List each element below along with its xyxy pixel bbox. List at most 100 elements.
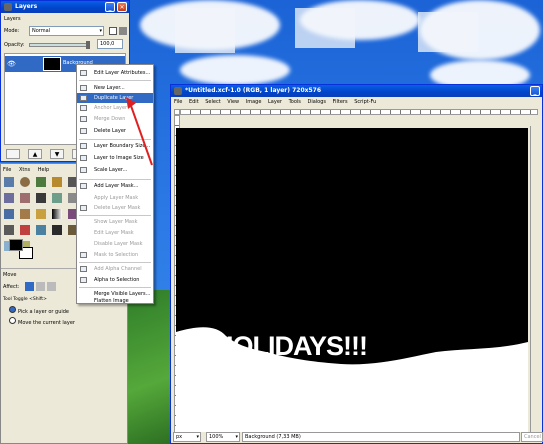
image-menubar: File Edit Select View Image Layer Tools … — [174, 99, 376, 105]
zoom-icon[interactable] — [52, 193, 62, 203]
option-move-label: Move the current layer — [18, 320, 75, 326]
foreground-color-swatch[interactable] — [9, 239, 23, 251]
snow-hills — [176, 327, 528, 432]
menu-item-mask-to-selection: Mask to Selection — [77, 250, 153, 260]
menu-file[interactable]: File — [3, 167, 11, 173]
toolbox-menubar: File Xtns Help — [3, 167, 49, 173]
menu-view[interactable]: View — [227, 99, 239, 105]
minimize-button[interactable]: _ — [530, 86, 540, 96]
duplicate-icon — [80, 95, 87, 101]
eye-icon[interactable]: 👁 — [7, 60, 17, 68]
menu-item-flatten-image[interactable]: Flatten Image — [77, 298, 153, 304]
menu-xtns[interactable]: Xtns — [19, 167, 30, 173]
alpha-selection-icon — [80, 277, 87, 283]
transform-icon[interactable] — [20, 209, 30, 219]
alpha-icon — [80, 266, 87, 272]
menu-item-edit-layer-mask: Edit Layer Mask — [94, 230, 134, 236]
cloud-tile — [418, 12, 478, 52]
bucket-fill-icon[interactable] — [36, 209, 46, 219]
fit-icon — [80, 155, 87, 161]
opacity-slider-handle[interactable] — [86, 41, 90, 49]
cloud — [180, 55, 290, 85]
menu-help[interactable]: Help — [38, 167, 49, 173]
menu-item-show-layer-mask: Show Layer Mask — [94, 219, 138, 225]
zoom-select[interactable]: 100% ▾ — [206, 432, 240, 442]
menu-item-disable-layer-mask: Disable Layer Mask — [94, 241, 143, 247]
desktop-grass — [128, 290, 173, 444]
minimize-button[interactable]: _ — [105, 2, 115, 12]
radio-pick[interactable] — [9, 306, 16, 313]
layers-title: Layers — [15, 3, 38, 10]
color-picker-icon[interactable] — [20, 193, 30, 203]
chevron-down-icon: ▾ — [99, 28, 102, 34]
annotation-arrow — [126, 97, 153, 166]
layers-titlebar[interactable]: Layers _ ✕ — [1, 1, 129, 13]
cancel-button[interactable]: Cancel — [521, 432, 543, 442]
horizontal-ruler[interactable] — [180, 109, 538, 115]
menu-dialogs[interactable]: Dialogs — [307, 99, 326, 105]
close-button[interactable]: ✕ — [117, 2, 127, 12]
paths-icon[interactable] — [4, 193, 14, 203]
radio-move[interactable] — [9, 317, 16, 324]
menu-item-new-layer[interactable]: New Layer... — [77, 83, 153, 93]
menu-select[interactable]: Select — [205, 99, 220, 105]
vertical-scrollbar[interactable] — [530, 126, 540, 432]
airbrush-icon[interactable] — [36, 225, 46, 235]
affect-label: Affect: — [3, 284, 20, 290]
menu-item-add-alpha-channel: Add Alpha Channel — [77, 264, 153, 274]
menu-edit[interactable]: Edit — [189, 99, 199, 105]
affect-selection-icon[interactable] — [36, 282, 45, 291]
menu-item-delete-layer-mask: Delete Layer Mask — [77, 203, 153, 213]
lasso-icon[interactable] — [36, 177, 46, 187]
crop-icon[interactable] — [4, 209, 14, 219]
opacity-slider[interactable] — [29, 41, 90, 49]
menu-separator — [79, 287, 151, 288]
image-title: *Untitled.xcf-1.0 (RGB, 1 layer) 720x576 — [185, 87, 322, 94]
affect-path-icon[interactable] — [47, 282, 56, 291]
menu-file[interactable]: File — [174, 99, 182, 105]
affect-layer-icon[interactable] — [25, 282, 34, 291]
menu-item-add-layer-mask[interactable]: Add Layer Mask... — [77, 181, 153, 191]
new-layer-button[interactable] — [6, 149, 20, 159]
lower-layer-button[interactable]: ▼ — [50, 149, 64, 159]
arrow-shaft — [129, 102, 153, 166]
image-titlebar[interactable]: *Untitled.xcf-1.0 (RGB, 1 layer) 720x576… — [171, 85, 542, 97]
resize-icon — [80, 143, 87, 149]
mode-select[interactable]: Normal ▾ — [29, 26, 104, 36]
option-pick[interactable]: Pick a layer or guide — [9, 306, 69, 315]
menu-image[interactable]: Image — [246, 99, 262, 105]
layer-thumbnail — [43, 57, 61, 71]
menu-item-apply-layer-mask: Apply Layer Mask — [94, 195, 139, 201]
delete-mask-icon — [80, 205, 87, 211]
gradient-icon[interactable] — [52, 209, 62, 219]
keep-transparency-checkbox[interactable] — [109, 27, 117, 35]
menu-item-alpha-to-selection[interactable]: Alpha to Selection — [77, 275, 153, 285]
tool-toggle-label: Tool Toggle <Shift> — [3, 297, 47, 302]
cloud-tile — [175, 8, 235, 53]
menu-filters[interactable]: Filters — [333, 99, 348, 105]
eraser-icon[interactable] — [20, 225, 30, 235]
magic-wand-icon[interactable] — [52, 177, 62, 187]
brush-icon[interactable] — [4, 225, 14, 235]
gimp-icon — [4, 3, 12, 11]
unit-select[interactable]: px ▾ — [173, 432, 201, 442]
ellipse-select-icon[interactable] — [20, 177, 30, 187]
menu-separator — [79, 179, 151, 180]
menu-layer[interactable]: Layer — [268, 99, 282, 105]
delete-icon — [80, 128, 87, 134]
anchor-icon — [80, 105, 87, 111]
menu-script-fu[interactable]: Script-Fu — [354, 99, 376, 105]
opacity-input[interactable]: 100,0 — [97, 39, 123, 49]
menu-item-edit-layer-attributes[interactable]: Edit Layer Attributes... — [77, 68, 153, 78]
option-move[interactable]: Move the current layer — [9, 317, 75, 326]
rect-select-icon[interactable] — [4, 177, 14, 187]
menu-separator — [79, 262, 151, 263]
move-icon[interactable] — [36, 193, 46, 203]
menu-tools[interactable]: Tools — [289, 99, 301, 105]
raise-layer-button[interactable]: ▲ — [28, 149, 42, 159]
chevron-down-icon: ▾ — [196, 434, 199, 440]
selection-icon — [80, 252, 87, 258]
cloud-tile — [295, 8, 355, 48]
ink-icon[interactable] — [52, 225, 62, 235]
color-swatches[interactable] — [9, 239, 35, 261]
